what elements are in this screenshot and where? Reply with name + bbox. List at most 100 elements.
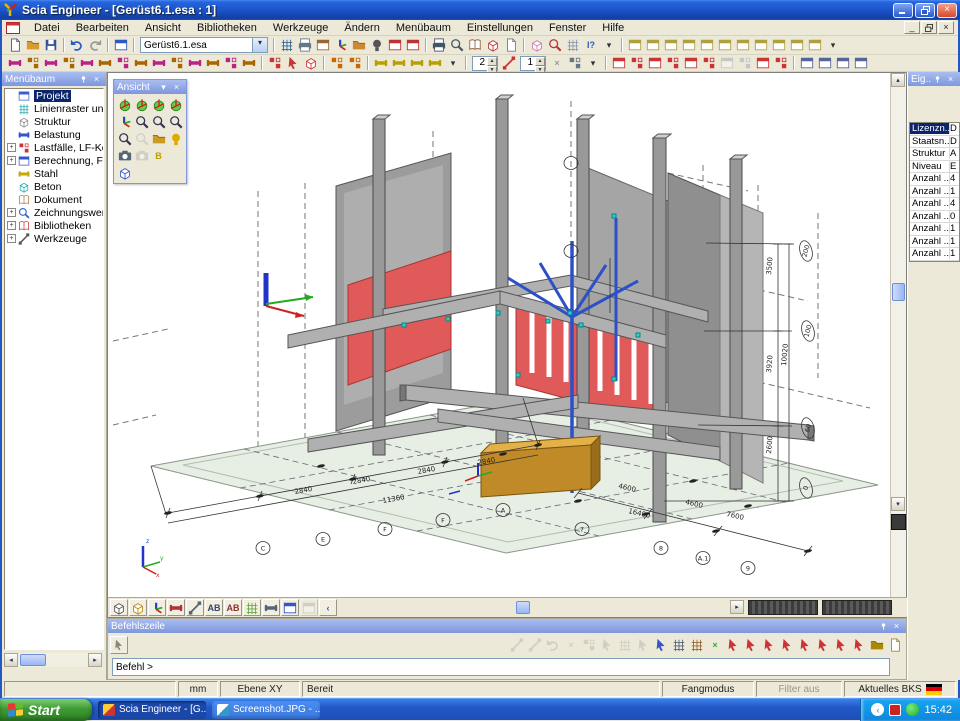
node-marker[interactable] (546, 319, 550, 323)
select-cursor-7[interactable] (832, 637, 850, 653)
rendered-view[interactable] (129, 599, 147, 616)
document-gallery[interactable] (404, 37, 422, 53)
view-flag-7[interactable] (734, 37, 752, 53)
link-nodes[interactable] (328, 55, 346, 71)
rotate-view[interactable] (116, 113, 133, 130)
mdi-close-button[interactable]: × (938, 21, 954, 34)
snap-arc[interactable] (544, 637, 562, 653)
plate-rib[interactable] (426, 55, 444, 71)
expand-icon[interactable]: + (7, 221, 16, 230)
open-project[interactable] (24, 37, 42, 53)
menu-hilfe[interactable]: Hilfe (594, 21, 632, 35)
node-marker[interactable] (516, 373, 520, 377)
menu-bibliotheken[interactable]: Bibliotheken (189, 21, 265, 35)
snap-close[interactable]: × (562, 637, 580, 653)
edge-support[interactable] (736, 55, 754, 71)
command-input[interactable]: Befehl > (112, 658, 890, 676)
show-loads[interactable] (167, 599, 185, 616)
select-cursor-button[interactable] (110, 636, 128, 654)
move-node[interactable] (6, 55, 24, 71)
print[interactable] (430, 37, 448, 53)
show-supports[interactable] (148, 599, 166, 616)
isoline-step[interactable] (500, 55, 518, 71)
window-close[interactable] (852, 55, 870, 71)
zoom-all[interactable] (116, 130, 133, 147)
mdi-restore-button[interactable] (921, 21, 937, 34)
project-combobox[interactable]: Gerüst6.1.esa ▾ (140, 37, 268, 53)
clipboard-tool[interactable] (528, 37, 546, 53)
view-flag-4[interactable] (680, 37, 698, 53)
unlink-nodes[interactable] (346, 55, 364, 71)
scroll-left-button[interactable]: ◂ (4, 653, 18, 667)
support-wall[interactable] (682, 55, 700, 71)
start-button[interactable]: Start (0, 699, 92, 721)
view-flags-arrow[interactable]: ▾ (824, 37, 842, 53)
scroll-next-button[interactable]: ▸ (730, 600, 744, 614)
scale-beam[interactable] (78, 55, 96, 71)
show-dimensions[interactable] (186, 599, 204, 616)
renumber-abc[interactable]: AB (224, 599, 242, 616)
tree-item-dokument[interactable]: Dokument (5, 193, 103, 206)
tray-green-icon[interactable] (906, 703, 919, 716)
window-new[interactable] (798, 55, 816, 71)
weld-a[interactable] (372, 55, 390, 71)
status-snap-mode[interactable]: Fangmodus (662, 681, 754, 697)
subsoil[interactable] (754, 55, 772, 71)
node-marker[interactable] (579, 323, 583, 327)
render-window[interactable] (281, 599, 299, 616)
menu-einstellungen[interactable]: Einstellungen (459, 21, 541, 35)
haunch[interactable] (408, 55, 426, 71)
scrollbar-thumb[interactable] (892, 283, 905, 301)
select-connect[interactable] (284, 55, 302, 71)
node-marker[interactable] (612, 214, 616, 218)
tree-item-belastung[interactable]: Belastung (5, 128, 103, 141)
zoom-in[interactable] (133, 113, 150, 130)
snap-extend[interactable] (634, 637, 652, 653)
paperspace-gallery[interactable] (386, 37, 404, 53)
property-row[interactable]: Anzahl ...4 (910, 198, 959, 211)
units-setup[interactable] (278, 37, 296, 53)
mirror-beam[interactable] (42, 55, 60, 71)
expand-icon[interactable]: + (7, 234, 16, 243)
status-ucs[interactable]: Aktuelles BKS (844, 681, 956, 697)
new-page[interactable] (502, 37, 520, 53)
snap-line[interactable] (508, 637, 526, 653)
zoom-selection[interactable] (133, 130, 150, 147)
tree-item-beton[interactable]: Beton (5, 180, 103, 193)
status-units[interactable]: mm (178, 681, 218, 697)
selection-arrow[interactable]: ▾ (584, 55, 602, 71)
view-flag-5[interactable] (698, 37, 716, 53)
view-parameters-2[interactable] (133, 147, 150, 164)
node-marker[interactable] (568, 311, 572, 315)
property-row[interactable]: Anzahl ...1 (910, 186, 959, 199)
weld-b[interactable] (390, 55, 408, 71)
tree-item-zeichnungswerkz[interactable]: +Zeichnungswerkz (5, 206, 103, 219)
snap-perp[interactable] (616, 637, 634, 653)
node-marker[interactable] (496, 311, 500, 315)
light-settings[interactable] (167, 130, 184, 147)
dot-grid-snap[interactable] (670, 637, 688, 653)
view-flag-1[interactable] (626, 37, 644, 53)
view-palette-header[interactable]: Ansicht ▾ × (114, 80, 186, 94)
node-support[interactable] (700, 55, 718, 71)
show-mesh[interactable] (243, 599, 261, 616)
view-parameters[interactable] (116, 147, 133, 164)
view-flag-6[interactable] (716, 37, 734, 53)
tree-item-berechnung-fe-n[interactable]: +Berechnung, FE-N (5, 154, 103, 167)
copy-beam[interactable] (24, 55, 42, 71)
reverse-beam[interactable] (60, 55, 78, 71)
scroll-right-button[interactable]: ▸ (88, 653, 102, 667)
property-row[interactable]: Staatsn...D (910, 136, 959, 149)
scroll-up-button[interactable]: ▴ (891, 73, 905, 87)
join-beams[interactable] (114, 55, 132, 71)
undo[interactable] (68, 37, 86, 53)
point-grid[interactable] (564, 37, 582, 53)
window-tile[interactable] (834, 55, 852, 71)
node-marker[interactable] (612, 377, 616, 381)
view-y[interactable] (133, 96, 150, 113)
print-preview[interactable] (448, 37, 466, 53)
pin-icon[interactable] (931, 74, 944, 85)
trim-beam[interactable] (150, 55, 168, 71)
tree-item-werkzeuge[interactable]: +Werkzeuge (5, 232, 103, 245)
property-row[interactable]: Anzahl ...1 (910, 248, 959, 261)
